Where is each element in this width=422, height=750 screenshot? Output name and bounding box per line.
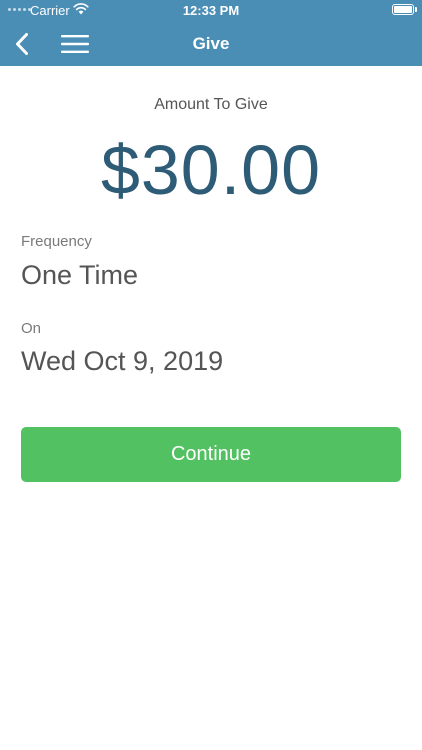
navigation-bar: Give — [0, 22, 422, 66]
date-value[interactable]: Wed Oct 9, 2019 — [21, 346, 223, 377]
continue-button[interactable]: Continue — [21, 427, 401, 482]
amount-label: Amount To Give — [154, 96, 268, 113]
battery-icon — [392, 4, 414, 15]
battery-tip — [415, 7, 417, 12]
battery-fill — [394, 6, 412, 13]
date-label: On — [21, 320, 42, 337]
frequency-label: Frequency — [21, 233, 92, 250]
app-header: Carrier 12:33 PM Give — [0, 0, 422, 66]
amount-value[interactable]: $30.00 — [0, 130, 422, 210]
status-bar: Carrier 12:33 PM — [0, 0, 422, 22]
frequency-value[interactable]: One Time — [21, 260, 138, 291]
page-title: Give — [192, 34, 230, 53]
status-time: 12:33 PM — [182, 3, 240, 18]
